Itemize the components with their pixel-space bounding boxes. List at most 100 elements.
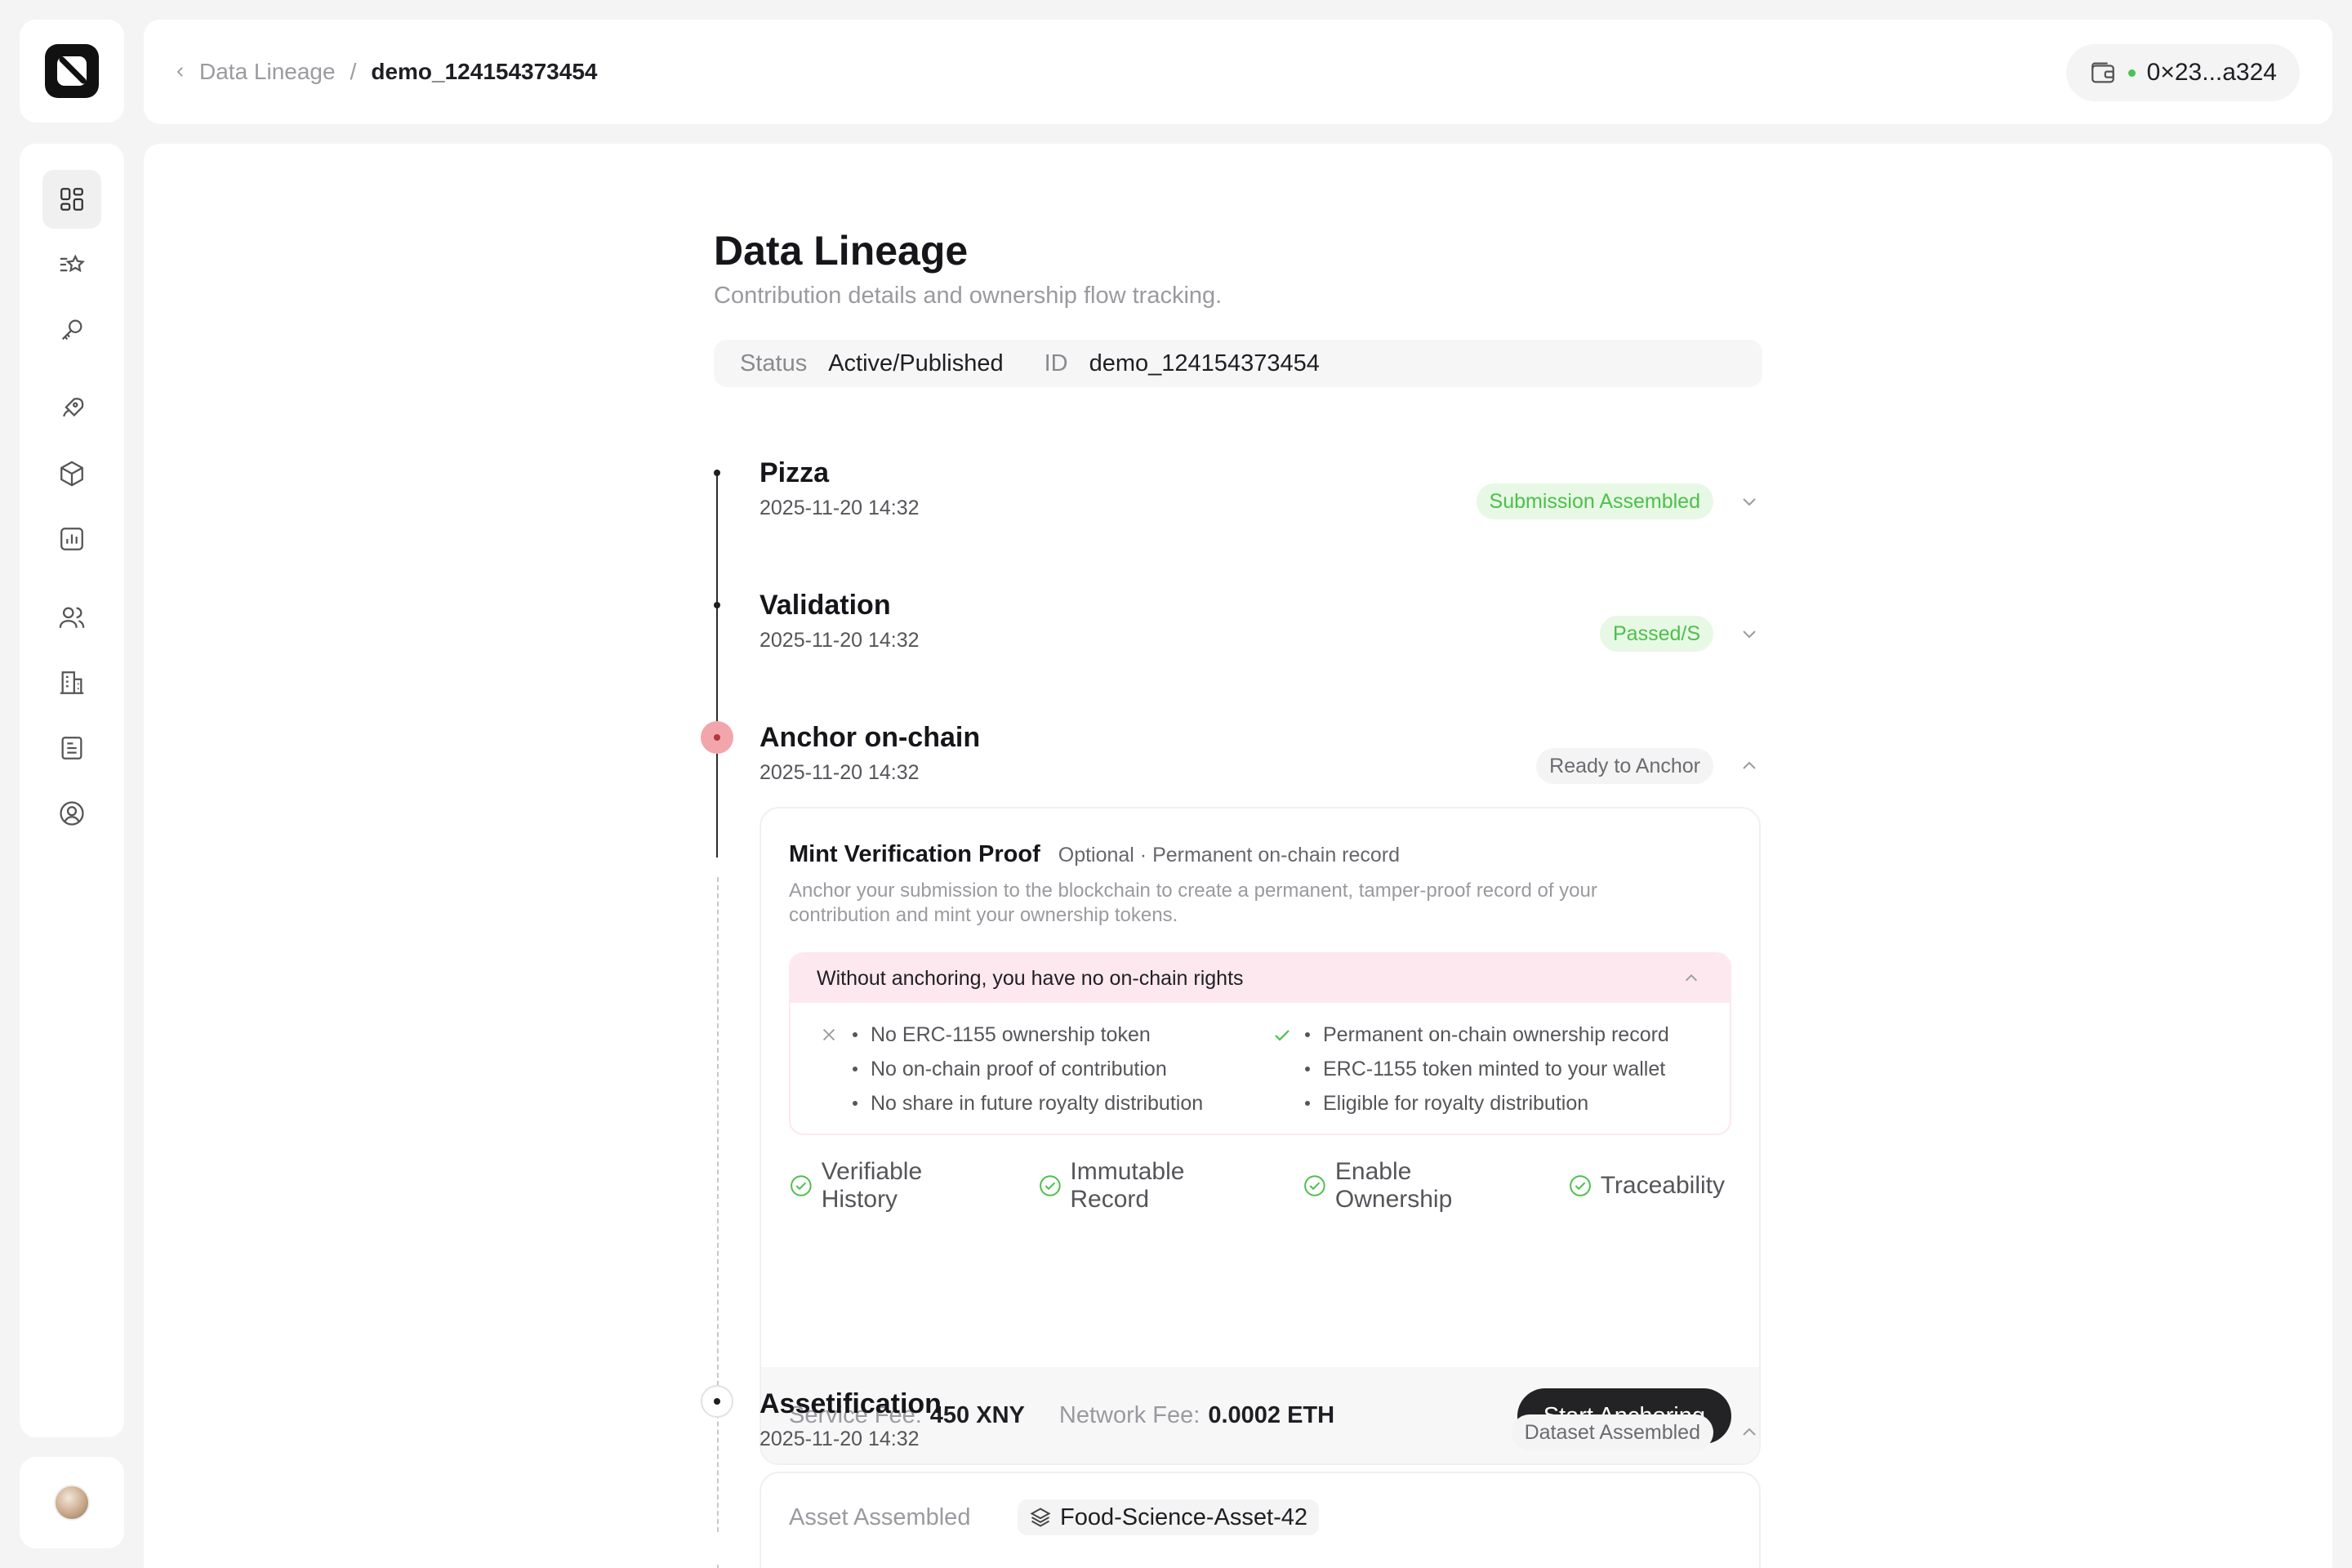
network-fee-label: Network Fee: [1058,1401,1200,1428]
wallet-button[interactable]: 0×23...a324 [2065,44,2300,101]
meta-bar: Status Active/Published ID demo_12415437… [714,340,1762,387]
feature-list: Verifiable History Immutable Record Enab… [789,1158,1759,1214]
main-panel: Data Lineage Contribution details and ow… [144,144,2332,1568]
feature-item: Traceability [1568,1172,1725,1200]
sidebar-item-organizations[interactable] [42,653,101,712]
box-icon [60,461,83,487]
app-logo[interactable] [20,20,124,122]
step-date-anchor: 2025-11-20 14:32 [760,761,920,784]
sidebar-item-starred[interactable] [42,235,101,294]
step-date-pizza: 2025-11-20 14:32 [760,497,920,519]
asset-row: Asset Assembled Food-Science-Asset-42 [789,1499,1320,1535]
chevron-up-icon [1685,974,1698,982]
asset-card: Asset Assembled Food-Science-Asset-42 [760,1472,1761,1568]
sidebar-item-products[interactable] [42,444,101,503]
step-badge-validation: Passed/S [1599,616,1713,652]
timeline-dot-anchor-active [701,721,733,754]
timeline-dot-validation [714,602,720,608]
step-title-pizza: Pizza [760,457,830,488]
bar-chart-icon [60,528,83,550]
building-icon [60,671,84,694]
list-item: No ERC-1155 ownership token [853,1018,1203,1052]
service-fee-value: 450 XNY [929,1401,1025,1428]
breadcrumb-separator: / [350,59,357,84]
wallet-icon [2091,62,2114,83]
asset-chip[interactable]: Food-Science-Asset-42 [1018,1499,1320,1535]
sidebar-item-launch[interactable] [42,379,101,438]
without-anchoring-list: No ERC-1155 ownership token No on-chain … [853,1018,1203,1120]
rocket-icon [63,398,84,417]
warning-title: Without anchoring, you have no on-chain … [817,966,1244,990]
connected-status-dot [2127,69,2136,77]
status-label: Status [740,350,808,376]
asset-value: Food-Science-Asset-42 [1060,1503,1308,1530]
chevron-left-icon[interactable] [173,65,188,79]
list-item: Eligible for royalty distribution [1305,1086,1669,1120]
step-badge-assetification: Dataset Assembled [1511,1414,1713,1450]
wallet-address: 0×23...a324 [2146,59,2277,86]
sidebar-item-dashboard[interactable] [42,170,101,229]
document-icon [61,737,82,760]
timeline-line-completed [716,475,718,858]
top-bar: Data Lineage / demo_124154373454 0×23...… [144,20,2332,124]
timeline-dot-assetification [701,1385,733,1418]
step-badge-anchor: Ready to Anchor [1536,748,1713,784]
anchoring-warning-panel: Without anchoring, you have no on-chain … [789,952,1731,1135]
id-label: ID [1044,350,1068,376]
mint-verification-card: Mint Verification Proof Optional · Perman… [760,807,1761,1465]
step-badge-pizza: Submission Assembled [1476,483,1713,519]
list-item: No on-chain proof of contribution [853,1052,1203,1086]
check-circle-icon [791,1175,812,1196]
step-title-validation: Validation [760,590,891,621]
step-title-assetification: Assetification [760,1388,942,1419]
user-circle-icon [60,801,84,826]
feature-item: Immutable Record [1038,1158,1269,1214]
layers-icon [1030,1508,1051,1527]
check-circle-icon [1039,1175,1061,1196]
chevron-down-icon[interactable] [1740,624,1759,644]
avatar [54,1485,90,1521]
logo-icon [45,44,99,98]
list-item: Permanent on-chain ownership record [1305,1018,1669,1052]
chevron-down-icon[interactable] [1740,492,1759,511]
check-icon [1275,1030,1290,1041]
card-title: Mint Verification Proof Optional · Perman… [789,841,1400,868]
users-icon [59,607,85,628]
check-circle-icon [1569,1175,1591,1196]
step-date-validation: 2025-11-20 14:32 [760,629,920,652]
sidebar-item-keys[interactable] [42,301,101,359]
warning-body: No ERC-1155 ownership token No on-chain … [791,1003,1730,1134]
sidebar-item-profile[interactable] [42,784,101,843]
key-icon [61,319,82,341]
step-date-assetification: 2025-11-20 14:32 [760,1428,920,1450]
status-value: Active/Published [828,350,1004,376]
breadcrumb-parent-link[interactable]: Data Lineage [199,59,336,85]
page-subtitle: Contribution details and ownership flow … [714,283,1223,309]
timeline-dot-pizza [714,470,720,476]
sidebar-item-analytics[interactable] [42,510,101,568]
list-item: No share in future royalty distribution [853,1086,1203,1120]
card-title-note: Optional · Permanent on-chain record [1058,844,1401,866]
id-value: demo_124154373454 [1089,350,1320,376]
breadcrumb-current: demo_124154373454 [371,59,598,84]
dashboard-icon [60,188,83,211]
warning-header[interactable]: Without anchoring, you have no on-chain … [791,954,1730,1003]
chevron-up-icon[interactable] [1740,756,1759,776]
step-title-anchor: Anchor on-chain [760,722,981,753]
with-anchoring-list: Permanent on-chain ownership record ERC-… [1305,1018,1669,1120]
check-circle-icon [1304,1175,1325,1196]
sidebar-item-users[interactable] [42,588,101,647]
asset-label: Asset Assembled [789,1503,971,1530]
chevron-up-icon[interactable] [1740,1423,1759,1442]
sidebar-item-documents[interactable] [42,719,101,777]
sidebar-nav [20,144,124,1437]
user-menu[interactable] [20,1457,124,1548]
feature-item: Enable Ownership [1303,1158,1534,1214]
close-x-icon [822,1028,835,1041]
starred-list-icon [60,254,86,273]
breadcrumb: Data Lineage / demo_124154373454 [173,20,597,124]
card-description: Anchor your submission to the blockchain… [789,880,1597,926]
card-title-text: Mint Verification Proof [789,841,1040,867]
page-title: Data Lineage [714,228,969,274]
timeline-line-pending [717,877,719,1532]
